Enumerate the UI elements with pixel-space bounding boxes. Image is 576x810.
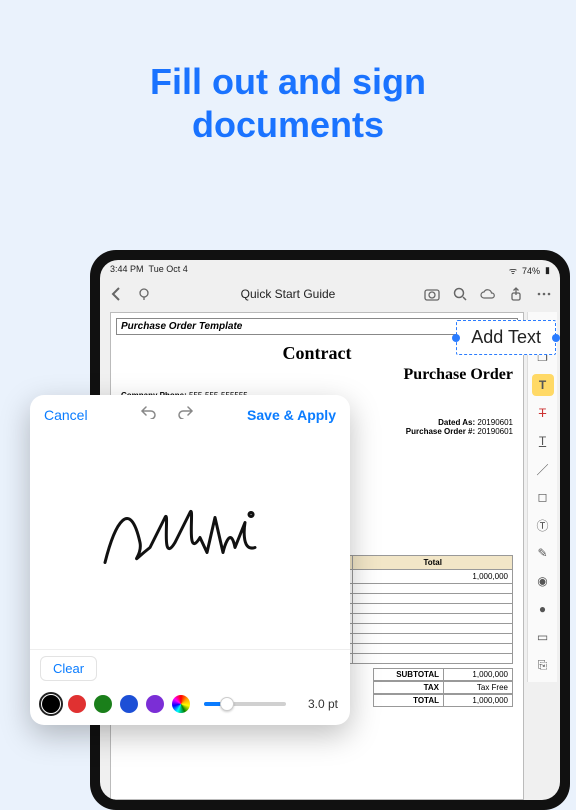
swatch-purple[interactable] — [146, 695, 164, 713]
dated-label: Dated As: — [438, 418, 475, 427]
swatch-black[interactable] — [42, 695, 60, 713]
tax-label: TAX — [373, 681, 443, 694]
tool-underline-icon[interactable]: T — [532, 430, 554, 452]
tool-link-icon[interactable]: ⎘ — [532, 654, 554, 676]
status-left: 3:44 PM Tue Oct 4 — [110, 264, 188, 277]
po-num-label: Purchase Order #: — [406, 427, 475, 436]
app-toolbar: Quick Start Guide — [100, 279, 560, 309]
signature-panel: Cancel Save & Apply Clear — [30, 395, 350, 725]
tool-shape-icon[interactable]: ◻ — [532, 486, 554, 508]
tool-mic-icon[interactable]: ● — [532, 598, 554, 620]
tool-textbox-icon[interactable]: Ⓣ — [532, 514, 554, 536]
status-date: Tue Oct 4 — [149, 264, 188, 274]
headline-line2: documents — [192, 104, 384, 145]
right-tool-rail: ▣ ❐ T T T ／ ◻ Ⓣ ✎ ◉ ● ▭ ⎘ — [527, 312, 557, 682]
status-bar: 3:44 PM Tue Oct 4 ᯤ 74% ▮ — [100, 260, 560, 279]
subtotal-val: 1,000,000 — [443, 668, 513, 681]
swatch-blue[interactable] — [120, 695, 138, 713]
total-label: TOTAL — [373, 694, 443, 707]
swatch-red[interactable] — [68, 695, 86, 713]
undo-icon[interactable] — [140, 405, 158, 424]
save-apply-button[interactable]: Save & Apply — [247, 407, 336, 423]
clear-button[interactable]: Clear — [40, 656, 97, 681]
swatch-custom[interactable] — [172, 695, 190, 713]
doc-title-toolbar: Quick Start Guide — [164, 287, 412, 301]
headline: Fill out and sign documents — [0, 0, 576, 146]
share-icon[interactable] — [508, 286, 524, 302]
cloud-icon[interactable] — [480, 286, 496, 302]
signature-canvas[interactable] — [30, 434, 350, 649]
search-icon[interactable] — [452, 286, 468, 302]
po-num-val: 20190601 — [477, 427, 513, 436]
total-val: 1,000,000 — [443, 694, 513, 707]
cancel-button[interactable]: Cancel — [44, 407, 88, 423]
swatch-green[interactable] — [94, 695, 112, 713]
battery-percent: 74% — [522, 266, 540, 276]
camera-icon[interactable] — [424, 286, 440, 302]
tool-image-icon[interactable]: ▭ — [532, 626, 554, 648]
add-text-callout[interactable]: Add Text — [456, 320, 556, 355]
color-palette: 3.0 pt — [30, 687, 350, 725]
add-text-label: Add Text — [471, 327, 541, 347]
headline-line1: Fill out and sign — [150, 61, 426, 102]
tool-pen-icon[interactable]: ／ — [532, 458, 554, 480]
status-right: ᯤ 74% ▮ — [509, 264, 550, 277]
po-subtitle: Purchase Order — [121, 366, 513, 384]
back-icon[interactable] — [108, 286, 124, 302]
col-total: Total — [353, 556, 513, 570]
tool-strike-icon[interactable]: T — [532, 402, 554, 424]
tool-text-icon[interactable]: T — [532, 374, 554, 396]
subtotal-label: SUBTOTAL — [373, 668, 443, 681]
more-icon[interactable] — [536, 286, 552, 302]
thickness-slider[interactable] — [204, 702, 286, 706]
tool-stamp-icon[interactable]: ◉ — [532, 570, 554, 592]
bulb-icon[interactable] — [136, 286, 152, 302]
battery-icon: ▮ — [545, 265, 550, 276]
thickness-value: 3.0 pt — [300, 697, 338, 711]
signature-toolbar: Cancel Save & Apply — [30, 395, 350, 434]
signature-stroke — [95, 492, 285, 582]
dated-val: 20190601 — [477, 418, 513, 427]
wifi-icon: ᯤ — [509, 264, 517, 277]
tax-val: Tax Free — [443, 681, 513, 694]
tool-signature-icon[interactable]: ✎ — [532, 542, 554, 564]
redo-icon[interactable] — [176, 405, 194, 424]
signature-footer: Clear 3.0 pt — [30, 649, 350, 725]
status-time: 3:44 PM — [110, 264, 144, 274]
